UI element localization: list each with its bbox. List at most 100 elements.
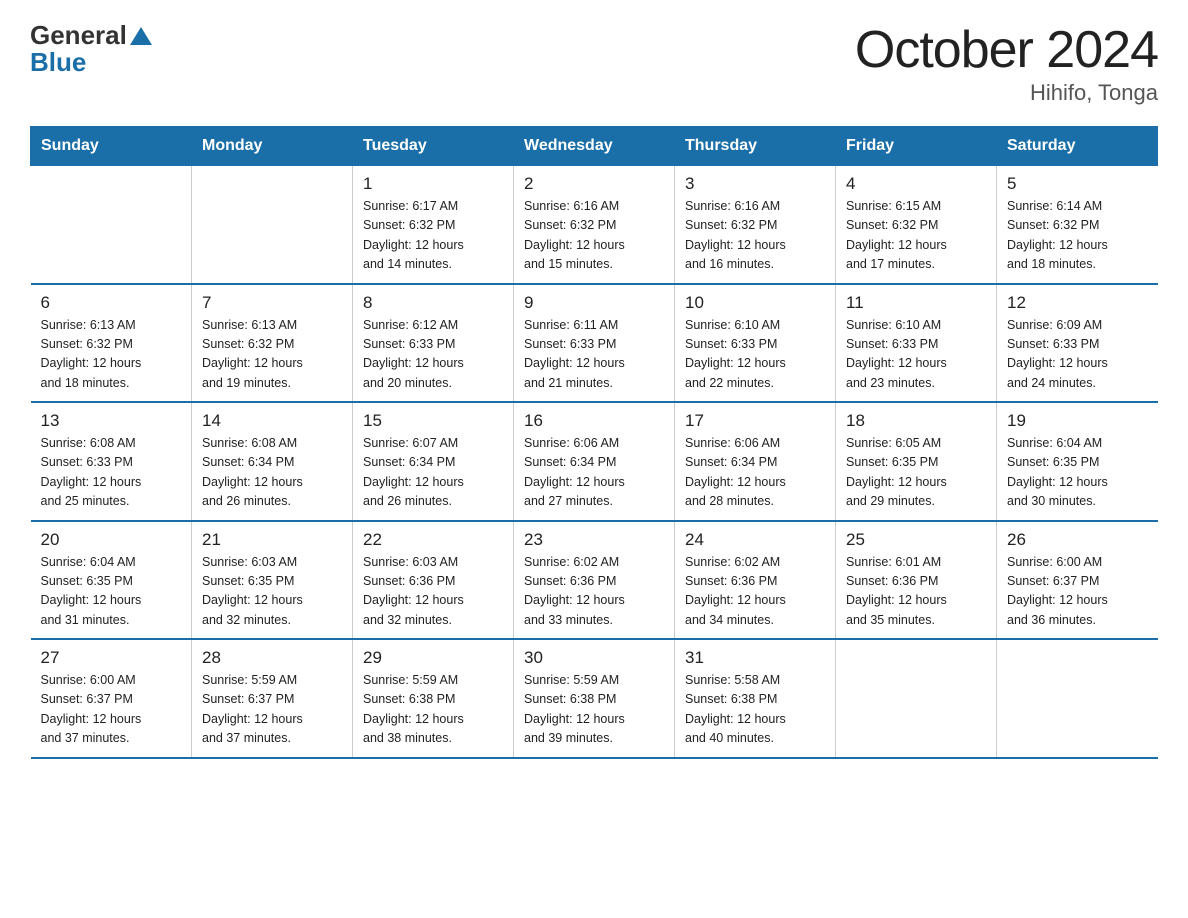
day-number: 20 xyxy=(41,530,182,550)
calendar-cell xyxy=(997,639,1158,758)
calendar-cell: 27 Sunrise: 6:00 AMSunset: 6:37 PMDayligh… xyxy=(31,639,192,758)
calendar-week-1: 1Sunrise: 6:17 AMSunset: 6:32 PMDaylight… xyxy=(31,166,1158,284)
logo-blue: Blue xyxy=(30,47,86,78)
day-info: Sunrise: 6:06 AMSunset: 6:34 PMDaylight:… xyxy=(524,434,664,512)
day-number: 10 xyxy=(685,293,825,313)
calendar-cell: 13 Sunrise: 6:08 AMSunset: 6:33 PMDayligh… xyxy=(31,402,192,521)
day-info: Sunrise: 6:13 AMSunset: 6:32 PMDaylight:… xyxy=(41,316,182,394)
day-info: Sunrise: 6:02 AMSunset: 6:36 PMDaylight:… xyxy=(685,553,825,631)
day-of-week-tuesday: Tuesday xyxy=(353,127,514,166)
logo: General Blue xyxy=(30,20,152,78)
calendar-cell: 23 Sunrise: 6:02 AMSunset: 6:36 PMDayligh… xyxy=(514,521,675,640)
day-of-week-saturday: Saturday xyxy=(997,127,1158,166)
calendar-week-2: 6 Sunrise: 6:13 AMSunset: 6:32 PMDaylight… xyxy=(31,284,1158,403)
day-info: Sunrise: 6:01 AMSunset: 6:36 PMDaylight:… xyxy=(846,553,986,631)
location-subtitle: Hihifo, Tonga xyxy=(855,80,1158,106)
day-number: 13 xyxy=(41,411,182,431)
day-of-week-friday: Friday xyxy=(836,127,997,166)
day-info: Sunrise: 6:08 AMSunset: 6:33 PMDaylight:… xyxy=(41,434,182,512)
calendar-cell: 3 Sunrise: 6:16 AMSunset: 6:32 PMDaylight… xyxy=(675,166,836,284)
day-info: Sunrise: 6:00 AMSunset: 6:37 PMDaylight:… xyxy=(1007,553,1148,631)
calendar-cell: 31 Sunrise: 5:58 AMSunset: 6:38 PMDayligh… xyxy=(675,639,836,758)
day-number: 18 xyxy=(846,411,986,431)
calendar-cell: 16Sunrise: 6:06 AMSunset: 6:34 PMDayligh… xyxy=(514,402,675,521)
page-header: General Blue October 2024 Hihifo, Tonga xyxy=(30,20,1158,106)
day-number: 23 xyxy=(524,530,664,550)
day-number: 26 xyxy=(1007,530,1148,550)
calendar-cell: 8Sunrise: 6:12 AMSunset: 6:33 PMDaylight… xyxy=(353,284,514,403)
calendar-cell: 12Sunrise: 6:09 AMSunset: 6:33 PMDayligh… xyxy=(997,284,1158,403)
day-number: 9 xyxy=(524,293,664,313)
day-number: 6 xyxy=(41,293,182,313)
day-info: Sunrise: 6:16 AMSunset: 6:32 PMDaylight:… xyxy=(685,197,825,275)
day-number: 15 xyxy=(363,411,503,431)
day-info: Sunrise: 6:10 AMSunset: 6:33 PMDaylight:… xyxy=(846,316,986,394)
calendar-week-5: 27 Sunrise: 6:00 AMSunset: 6:37 PMDayligh… xyxy=(31,639,1158,758)
day-number: 31 xyxy=(685,648,825,668)
day-info: Sunrise: 6:03 AMSunset: 6:36 PMDaylight:… xyxy=(363,553,503,631)
calendar-cell: 20 Sunrise: 6:04 AMSunset: 6:35 PMDayligh… xyxy=(31,521,192,640)
calendar-cell xyxy=(31,166,192,284)
calendar-cell: 24 Sunrise: 6:02 AMSunset: 6:36 PMDayligh… xyxy=(675,521,836,640)
calendar-cell: 14 Sunrise: 6:08 AMSunset: 6:34 PMDayligh… xyxy=(192,402,353,521)
day-number: 30 xyxy=(524,648,664,668)
day-number: 3 xyxy=(685,174,825,194)
day-info: Sunrise: 6:14 AMSunset: 6:32 PMDaylight:… xyxy=(1007,197,1148,275)
day-number: 4 xyxy=(846,174,986,194)
day-number: 29 xyxy=(363,648,503,668)
calendar-cell: 21Sunrise: 6:03 AMSunset: 6:35 PMDayligh… xyxy=(192,521,353,640)
day-info: Sunrise: 6:13 AMSunset: 6:32 PMDaylight:… xyxy=(202,316,342,394)
calendar-cell: 19Sunrise: 6:04 AMSunset: 6:35 PMDayligh… xyxy=(997,402,1158,521)
day-info: Sunrise: 5:59 AMSunset: 6:38 PMDaylight:… xyxy=(363,671,503,749)
day-info: Sunrise: 6:12 AMSunset: 6:33 PMDaylight:… xyxy=(363,316,503,394)
day-info: Sunrise: 6:05 AMSunset: 6:35 PMDaylight:… xyxy=(846,434,986,512)
calendar-cell: 22 Sunrise: 6:03 AMSunset: 6:36 PMDayligh… xyxy=(353,521,514,640)
calendar-week-4: 20 Sunrise: 6:04 AMSunset: 6:35 PMDayligh… xyxy=(31,521,1158,640)
calendar-cell xyxy=(836,639,997,758)
day-info: Sunrise: 6:10 AMSunset: 6:33 PMDaylight:… xyxy=(685,316,825,394)
calendar-body: 1Sunrise: 6:17 AMSunset: 6:32 PMDaylight… xyxy=(31,166,1158,758)
day-number: 2 xyxy=(524,174,664,194)
calendar-week-3: 13 Sunrise: 6:08 AMSunset: 6:33 PMDayligh… xyxy=(31,402,1158,521)
calendar-cell: 5Sunrise: 6:14 AMSunset: 6:32 PMDaylight… xyxy=(997,166,1158,284)
calendar-cell xyxy=(192,166,353,284)
day-info: Sunrise: 6:17 AMSunset: 6:32 PMDaylight:… xyxy=(363,197,503,275)
day-info: Sunrise: 5:59 AMSunset: 6:37 PMDaylight:… xyxy=(202,671,342,749)
logo-triangle-icon xyxy=(130,27,152,45)
calendar-cell: 17Sunrise: 6:06 AMSunset: 6:34 PMDayligh… xyxy=(675,402,836,521)
calendar-table: SundayMondayTuesdayWednesdayThursdayFrid… xyxy=(30,126,1158,759)
day-number: 22 xyxy=(363,530,503,550)
day-info: Sunrise: 6:16 AMSunset: 6:32 PMDaylight:… xyxy=(524,197,664,275)
day-info: Sunrise: 5:59 AMSunset: 6:38 PMDaylight:… xyxy=(524,671,664,749)
calendar-cell: 28Sunrise: 5:59 AMSunset: 6:37 PMDayligh… xyxy=(192,639,353,758)
day-info: Sunrise: 6:11 AMSunset: 6:33 PMDaylight:… xyxy=(524,316,664,394)
day-number: 14 xyxy=(202,411,342,431)
calendar-cell: 1Sunrise: 6:17 AMSunset: 6:32 PMDaylight… xyxy=(353,166,514,284)
day-number: 21 xyxy=(202,530,342,550)
calendar-cell: 30 Sunrise: 5:59 AMSunset: 6:38 PMDayligh… xyxy=(514,639,675,758)
day-of-week-monday: Monday xyxy=(192,127,353,166)
day-number: 24 xyxy=(685,530,825,550)
days-of-week-row: SundayMondayTuesdayWednesdayThursdayFrid… xyxy=(31,127,1158,166)
calendar-cell: 2 Sunrise: 6:16 AMSunset: 6:32 PMDaylight… xyxy=(514,166,675,284)
day-of-week-wednesday: Wednesday xyxy=(514,127,675,166)
day-number: 11 xyxy=(846,293,986,313)
day-info: Sunrise: 6:15 AMSunset: 6:32 PMDaylight:… xyxy=(846,197,986,275)
day-info: Sunrise: 6:08 AMSunset: 6:34 PMDaylight:… xyxy=(202,434,342,512)
day-info: Sunrise: 6:04 AMSunset: 6:35 PMDaylight:… xyxy=(41,553,182,631)
title-area: October 2024 Hihifo, Tonga xyxy=(855,20,1158,106)
calendar-cell: 29 Sunrise: 5:59 AMSunset: 6:38 PMDayligh… xyxy=(353,639,514,758)
day-info: Sunrise: 6:02 AMSunset: 6:36 PMDaylight:… xyxy=(524,553,664,631)
day-info: Sunrise: 6:00 AMSunset: 6:37 PMDaylight:… xyxy=(41,671,182,749)
day-number: 27 xyxy=(41,648,182,668)
calendar-cell: 6 Sunrise: 6:13 AMSunset: 6:32 PMDaylight… xyxy=(31,284,192,403)
calendar-cell: 4 Sunrise: 6:15 AMSunset: 6:32 PMDaylight… xyxy=(836,166,997,284)
calendar-cell: 10 Sunrise: 6:10 AMSunset: 6:33 PMDayligh… xyxy=(675,284,836,403)
day-info: Sunrise: 6:09 AMSunset: 6:33 PMDaylight:… xyxy=(1007,316,1148,394)
calendar-cell: 26 Sunrise: 6:00 AMSunset: 6:37 PMDayligh… xyxy=(997,521,1158,640)
calendar-cell: 15 Sunrise: 6:07 AMSunset: 6:34 PMDayligh… xyxy=(353,402,514,521)
day-info: Sunrise: 5:58 AMSunset: 6:38 PMDaylight:… xyxy=(685,671,825,749)
calendar-cell: 11 Sunrise: 6:10 AMSunset: 6:33 PMDayligh… xyxy=(836,284,997,403)
day-info: Sunrise: 6:07 AMSunset: 6:34 PMDaylight:… xyxy=(363,434,503,512)
calendar-cell: 25Sunrise: 6:01 AMSunset: 6:36 PMDayligh… xyxy=(836,521,997,640)
